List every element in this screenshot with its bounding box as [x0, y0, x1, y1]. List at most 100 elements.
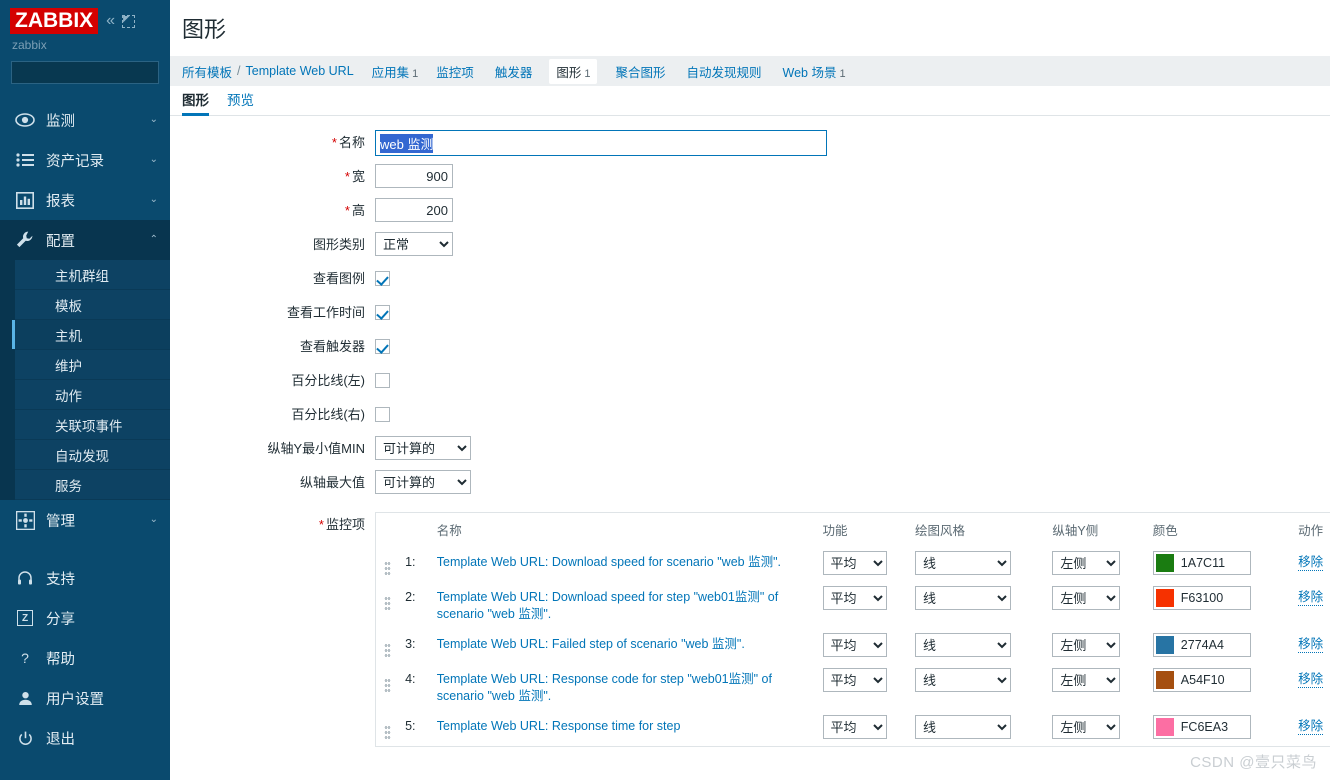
breadcrumb-tab-graphs[interactable]: 图形 1: [549, 58, 598, 84]
percentile-left-checkbox[interactable]: [375, 373, 390, 388]
show-legend-checkbox[interactable]: [375, 271, 390, 286]
sidebar-item-label: 报表: [46, 193, 75, 210]
drag-dots-icon[interactable]: [384, 678, 391, 693]
sidebar-item-user-settings[interactable]: 用户设置: [0, 678, 170, 718]
remove-button[interactable]: 移除: [1298, 637, 1324, 653]
sidebar-item-monitoring[interactable]: 监测 ⌄: [0, 100, 170, 140]
breadcrumb-template-name[interactable]: Template Web URL: [246, 64, 354, 78]
item-link[interactable]: Template Web URL: Download speed for sce…: [437, 554, 823, 571]
sidebar-item-signout[interactable]: 退出: [0, 718, 170, 758]
draw-style-select[interactable]: 线: [915, 551, 1011, 575]
graph-height-input[interactable]: [375, 198, 453, 222]
breadcrumb-tab-web-scenarios[interactable]: Web 场景 1: [783, 62, 846, 81]
y-axis-side-select[interactable]: 左侧: [1052, 633, 1121, 657]
draw-style-select[interactable]: 线: [915, 715, 1011, 739]
color-picker[interactable]: FC6EA3: [1152, 715, 1251, 739]
percentile-right-checkbox[interactable]: [375, 407, 390, 422]
color-code: 1A7C11: [1180, 556, 1226, 570]
drag-handle[interactable]: [376, 711, 405, 746]
row-color: F63100: [1152, 582, 1298, 629]
zabbix-logo[interactable]: ZABBIX: [10, 8, 99, 34]
sidebar-item-support[interactable]: 支持: [0, 558, 170, 598]
table-row: 1: Template Web URL: Download speed for …: [376, 547, 1330, 582]
sidebar-item-share[interactable]: Z 分享: [0, 598, 170, 638]
label-ymax: 纵轴最大值: [299, 475, 365, 490]
sidebar-item-host-groups[interactable]: 主机群组: [15, 260, 170, 290]
field-row-name: * 名称: [170, 130, 1330, 156]
draw-style-select[interactable]: 线: [915, 633, 1011, 657]
required-marker: *: [318, 517, 324, 532]
remove-button[interactable]: 移除: [1298, 719, 1324, 735]
row-y-axis: 左侧: [1052, 629, 1152, 664]
drag-dots-icon[interactable]: [384, 561, 391, 576]
row-item-name: Template Web URL: Failed step of scenari…: [437, 629, 823, 664]
color-picker[interactable]: 2774A4: [1152, 633, 1251, 657]
function-select[interactable]: 平均: [822, 668, 887, 692]
graph-width-input[interactable]: [375, 164, 453, 188]
sidebar-item-maintenance[interactable]: 维护: [15, 350, 170, 380]
sidebar-item-event-correlation[interactable]: 关联项事件: [15, 410, 170, 440]
y-axis-min-select[interactable]: 可计算的: [375, 436, 471, 460]
color-swatch[interactable]: [1155, 718, 1174, 736]
color-swatch[interactable]: [1155, 554, 1174, 572]
row-draw-style: 线: [915, 664, 1052, 711]
sidebar-item-help[interactable]: ? 帮助: [0, 638, 170, 678]
tab-graph[interactable]: 图形: [182, 89, 209, 116]
breadcrumb-tab-items[interactable]: 监控项: [436, 62, 477, 81]
drag-handle[interactable]: [376, 629, 405, 664]
item-link[interactable]: Template Web URL: Failed step of scenari…: [437, 636, 823, 653]
tab-preview[interactable]: 预览: [227, 89, 254, 115]
draw-style-select[interactable]: 线: [915, 668, 1011, 692]
remove-button[interactable]: 移除: [1298, 555, 1324, 571]
drag-handle[interactable]: [376, 547, 405, 582]
breadcrumb-tab-applications[interactable]: 应用集 1: [372, 62, 419, 81]
sidebar-item-inventory[interactable]: 资产记录 ⌄: [0, 140, 170, 180]
sidebar-item-administration[interactable]: 管理 ⌄: [0, 500, 170, 540]
search-box[interactable]: [11, 61, 170, 84]
breadcrumb-tab-discovery-rules[interactable]: 自动发现规则: [686, 62, 764, 81]
drag-dots-icon[interactable]: [384, 596, 391, 611]
color-swatch[interactable]: [1155, 589, 1174, 607]
y-axis-side-select[interactable]: 左侧: [1052, 586, 1121, 610]
item-link[interactable]: Template Web URL: Response time for step: [437, 718, 823, 735]
show-triggers-checkbox[interactable]: [375, 339, 390, 354]
drag-handle[interactable]: [376, 582, 405, 629]
remove-button[interactable]: 移除: [1298, 672, 1324, 688]
graph-name-input[interactable]: [375, 130, 827, 156]
color-picker[interactable]: 1A7C11: [1152, 551, 1251, 575]
sidebar-item-discovery[interactable]: 自动发现: [15, 440, 170, 470]
drag-dots-icon[interactable]: [384, 725, 391, 740]
function-select[interactable]: 平均: [822, 633, 887, 657]
draw-style-select[interactable]: 线: [915, 586, 1011, 610]
color-swatch[interactable]: [1155, 671, 1174, 689]
collapse-sidebar-icon[interactable]: «: [106, 13, 115, 29]
sidebar-item-hosts[interactable]: 主机: [12, 320, 170, 350]
y-axis-side-select[interactable]: 左侧: [1052, 668, 1121, 692]
show-working-time-checkbox[interactable]: [375, 305, 390, 320]
sidebar-item-services[interactable]: 服务: [15, 470, 170, 500]
sidebar-item-actions[interactable]: 动作: [15, 380, 170, 410]
remove-button[interactable]: 移除: [1298, 590, 1324, 606]
sidebar-item-templates[interactable]: 模板: [15, 290, 170, 320]
item-link[interactable]: Template Web URL: Response code for step…: [437, 671, 823, 705]
sidebar-item-reports[interactable]: 报表 ⌄: [0, 180, 170, 220]
y-axis-side-select[interactable]: 左侧: [1052, 715, 1121, 739]
graph-type-select[interactable]: 正常: [375, 232, 453, 256]
sidebar-item-configuration[interactable]: 配置 ⌃: [0, 220, 170, 260]
drag-dots-icon[interactable]: [384, 643, 391, 658]
color-picker[interactable]: F63100: [1152, 586, 1251, 610]
breadcrumb-tab-screens[interactable]: 聚合图形: [615, 62, 668, 81]
function-select[interactable]: 平均: [822, 715, 887, 739]
y-axis-side-select[interactable]: 左侧: [1052, 551, 1121, 575]
y-axis-max-select[interactable]: 可计算的: [375, 470, 471, 494]
function-select[interactable]: 平均: [822, 586, 887, 610]
function-select[interactable]: 平均: [822, 551, 887, 575]
breadcrumb-all-templates[interactable]: 所有模板: [182, 62, 232, 81]
breadcrumb-tab-triggers[interactable]: 触发器: [495, 62, 536, 81]
drag-handle[interactable]: [376, 664, 405, 711]
search-input[interactable]: [18, 64, 170, 81]
color-swatch[interactable]: [1155, 636, 1174, 654]
compact-view-icon[interactable]: [122, 14, 136, 28]
item-link[interactable]: Template Web URL: Download speed for ste…: [437, 589, 823, 623]
color-picker[interactable]: A54F10: [1152, 668, 1251, 692]
